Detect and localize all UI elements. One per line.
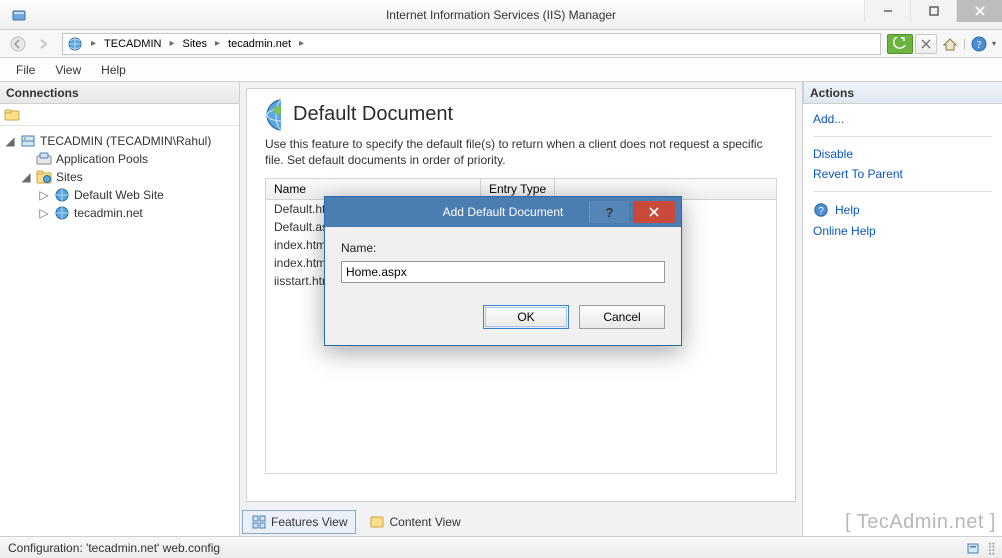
menu-bar: File View Help (0, 58, 1002, 82)
help-icon: ? (813, 202, 829, 218)
forward-button[interactable] (32, 33, 56, 55)
globe-icon (67, 36, 83, 52)
window-title: Internet Information Services (IIS) Mana… (386, 8, 616, 22)
globe-icon (54, 187, 70, 203)
separator: | (963, 38, 966, 50)
tree-server-node[interactable]: ◢ TECADMIN (TECADMIN\Rahul) (4, 132, 235, 150)
dialog-name-label: Name: (341, 241, 665, 255)
server-icon (20, 133, 36, 149)
tab-content-view[interactable]: Content View (360, 510, 469, 534)
status-icon[interactable] (965, 540, 981, 556)
tab-content-label: Content View (389, 515, 460, 529)
menu-view[interactable]: View (55, 63, 81, 77)
connections-toolbar (0, 104, 239, 126)
chevron-right-icon: ▸ (165, 38, 178, 49)
home-button[interactable] (939, 34, 961, 54)
connections-panel: Connections ◢ TECADMIN (TECADMIN\Rahul) … (0, 82, 240, 536)
minimize-button[interactable] (864, 0, 910, 22)
separator (813, 191, 992, 192)
status-bar: Configuration: 'tecadmin.net' web.config… (0, 536, 1002, 558)
stop-button[interactable] (915, 34, 937, 54)
connections-header: Connections (0, 82, 239, 104)
menu-help[interactable]: Help (101, 63, 126, 77)
back-button[interactable] (6, 33, 30, 55)
cancel-button[interactable]: Cancel (579, 305, 665, 329)
action-add[interactable]: Add... (813, 112, 992, 126)
folder-open-icon[interactable] (4, 107, 20, 123)
add-default-document-dialog: Add Default Document ? Name: OK Cancel (324, 196, 682, 346)
dialog-name-input[interactable] (341, 261, 665, 283)
breadcrumb-server[interactable]: TECADMIN (104, 38, 161, 50)
action-help-label: Help (835, 203, 860, 217)
toolbar-help-button[interactable]: ? (968, 34, 990, 54)
tree-site-default-label: Default Web Site (74, 188, 164, 202)
action-help[interactable]: ? Help (813, 202, 992, 218)
tree-sites-label: Sites (56, 170, 83, 184)
action-online-help[interactable]: Online Help (813, 224, 992, 238)
action-revert[interactable]: Revert To Parent (813, 167, 992, 181)
tree-sites-node[interactable]: ◢ Sites (4, 168, 235, 186)
chevron-right-icon: ▸ (211, 38, 224, 49)
actions-panel: Actions Add... Disable Revert To Parent … (802, 82, 1002, 536)
close-button[interactable] (956, 0, 1002, 22)
tree-app-pools[interactable]: Application Pools (4, 150, 235, 168)
feature-description: Use this feature to specify the default … (265, 136, 777, 168)
dialog-title: Add Default Document (443, 205, 564, 219)
svg-text:?: ? (818, 206, 824, 217)
resize-grip-icon[interactable]: ⣿ (987, 541, 994, 555)
refresh-button[interactable] (887, 34, 913, 54)
address-bar: ▸ TECADMIN ▸ Sites ▸ tecadmin.net ▸ | ? … (0, 30, 1002, 58)
tree-site-tecadmin-label: tecadmin.net (74, 206, 143, 220)
chevron-right-icon: ▸ (87, 38, 100, 49)
features-view-icon (251, 514, 267, 530)
collapse-icon[interactable]: ◢ (4, 134, 16, 148)
expand-icon[interactable]: ▷ (38, 188, 50, 202)
breadcrumb-leaf[interactable]: tecadmin.net (228, 38, 291, 50)
action-disable[interactable]: Disable (813, 147, 992, 161)
content-view-icon (369, 514, 385, 530)
expand-icon[interactable]: ▷ (38, 206, 50, 220)
tree-site-tecadmin[interactable]: ▷ tecadmin.net (4, 204, 235, 222)
menu-file[interactable]: File (16, 63, 35, 77)
maximize-button[interactable] (910, 0, 956, 22)
actions-header: Actions (803, 82, 1002, 104)
title-bar: Internet Information Services (IIS) Mana… (0, 0, 1002, 30)
tree-app-pools-label: Application Pools (56, 152, 148, 166)
app-icon (4, 7, 34, 23)
dialog-close-button[interactable] (633, 201, 675, 223)
tab-features-label: Features View (271, 515, 347, 529)
tree-server-label: TECADMIN (TECADMIN\Rahul) (40, 134, 211, 148)
dialog-title-bar[interactable]: Add Default Document ? (325, 197, 681, 227)
collapse-icon[interactable]: ◢ (20, 170, 32, 184)
svg-text:?: ? (977, 39, 982, 51)
tab-features-view[interactable]: Features View (242, 510, 356, 534)
view-tabs: Features View Content View (240, 508, 802, 536)
tree-site-default[interactable]: ▷ Default Web Site (4, 186, 235, 204)
separator (813, 136, 992, 137)
dropdown-icon[interactable]: ▾ (992, 39, 996, 48)
breadcrumb-sites[interactable]: Sites (183, 38, 207, 50)
connections-tree: ◢ TECADMIN (TECADMIN\Rahul) Application … (0, 126, 239, 536)
sites-folder-icon (36, 169, 52, 185)
status-text: Configuration: 'tecadmin.net' web.config (8, 541, 220, 555)
app-pools-icon (36, 151, 52, 167)
feature-title: Default Document (293, 103, 453, 126)
chevron-right-icon: ▸ (295, 38, 308, 49)
globe-large-icon (265, 107, 281, 123)
dialog-help-button[interactable]: ? (589, 201, 629, 223)
breadcrumb-box[interactable]: ▸ TECADMIN ▸ Sites ▸ tecadmin.net ▸ (62, 33, 881, 55)
globe-icon (54, 205, 70, 221)
ok-button[interactable]: OK (483, 305, 569, 329)
